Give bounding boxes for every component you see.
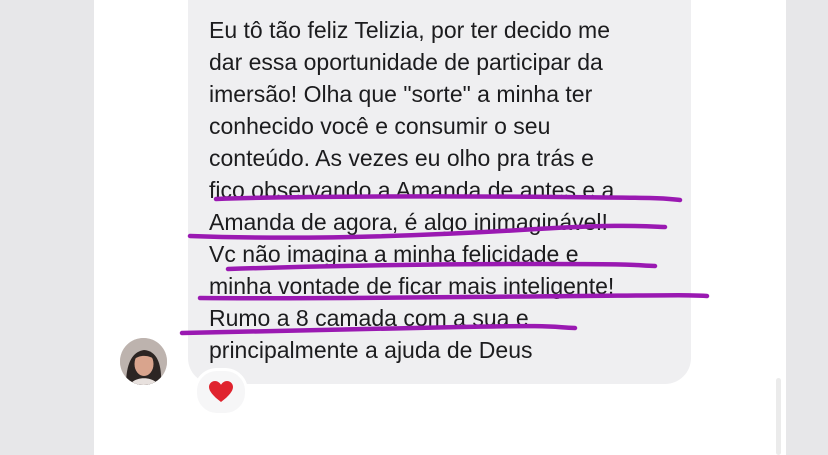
message-line: imersão! Olha que "sorte" a minha ter xyxy=(209,81,593,107)
message-line: dar essa oportunidade de participar da xyxy=(209,49,603,75)
avatar-image xyxy=(120,338,167,385)
reaction-badge[interactable] xyxy=(196,370,246,414)
message-line: fico observando a Amanda de antes e a xyxy=(209,177,615,203)
message-line: Vc não imagina a minha felicidade e xyxy=(209,241,579,267)
message-text: Eu tô tão feliz Telizia, por ter decido … xyxy=(209,14,689,366)
heart-icon xyxy=(209,381,233,402)
timestamp: ··· xyxy=(380,448,500,455)
message-line: Amanda de agora, é algo inimaginável! xyxy=(209,209,608,235)
message-line: conhecido você e consumir o seu xyxy=(209,113,551,139)
screenshot: Eu tô tão feliz Telizia, por ter decido … xyxy=(0,0,828,455)
message-line: conteúdo. As vezes eu olho pra trás e xyxy=(209,145,594,171)
avatar[interactable] xyxy=(120,338,167,385)
message-line: Rumo a 8 camada com a sua e xyxy=(209,305,529,331)
scrollbar[interactable] xyxy=(776,378,781,455)
message-line: minha vontade de ficar mais inteligente! xyxy=(209,273,615,299)
message-line: Eu tô tão feliz Telizia, por ter decido … xyxy=(209,17,611,43)
message-line: principalmente a ajuda de Deus xyxy=(209,337,533,363)
